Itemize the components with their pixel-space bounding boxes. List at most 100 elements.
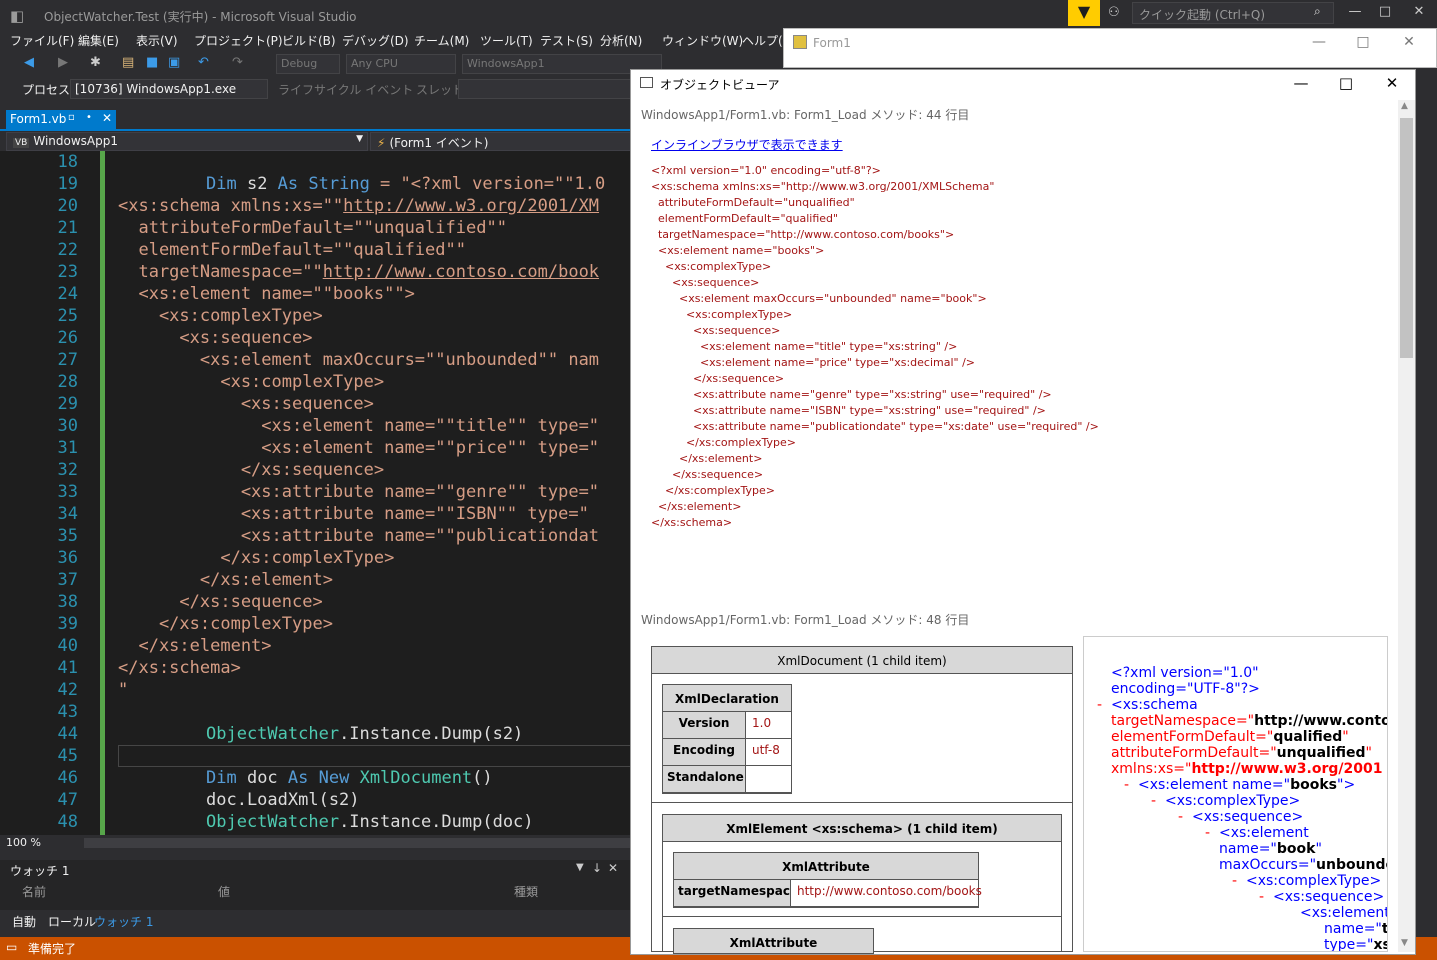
collapse-toggle[interactable]: - (1259, 889, 1264, 905)
collapse-toggle[interactable]: - (1205, 825, 1210, 841)
tab-autos[interactable]: 自動 (12, 913, 36, 930)
line-number: 33 (57, 482, 78, 502)
tab-menu-icon[interactable]: • (86, 112, 92, 123)
menu-build[interactable]: ビルド(B) (282, 32, 336, 49)
xml-element-header: XmlElement <xs:schema> (1 child item) (662, 814, 1062, 842)
menu-window[interactable]: ウィンドウ(W) (662, 32, 743, 49)
menu-tools[interactable]: ツール(T) (480, 32, 533, 49)
column-name[interactable]: 名前 (22, 883, 46, 900)
quick-launch-input[interactable]: クイック起動 (Ctrl+Q) (1132, 2, 1334, 24)
platform-select[interactable]: Any CPU (346, 54, 456, 74)
xml-line: <?xml version="1.0" encoding="utf-8"?> (651, 164, 881, 177)
save-all-icon[interactable]: ▣ (168, 55, 180, 70)
collapse-toggle[interactable]: - (1178, 809, 1183, 825)
event-nav-select[interactable]: ⚡ (Form1 イベント) (370, 132, 632, 151)
code-editor[interactable]: 18 19 20 21 22 23 24 25 26 27 28 29 30 3… (0, 151, 632, 835)
back-icon[interactable]: ◀ (24, 55, 34, 70)
menu-file[interactable]: ファイル(F) (10, 32, 74, 49)
xml-line: elementFormDefault="qualified" (651, 212, 839, 225)
collapse-toggle[interactable]: - (1151, 793, 1156, 809)
pin-icon[interactable]: ▫ (68, 112, 75, 123)
code-line-21: attributeFormDefault=""unqualified"" (118, 218, 507, 238)
maximize-icon[interactable]: □ (1370, 4, 1400, 19)
feedback-icon[interactable]: ⚇ (1108, 5, 1120, 20)
process-select[interactable]: [10736] WindowsApp1.exe (70, 79, 268, 99)
close-window-icon[interactable]: ✕ (608, 861, 618, 875)
minimize-icon[interactable]: — (1340, 4, 1370, 19)
line-number-gutter: 18 19 20 21 22 23 24 25 26 27 28 29 30 3… (0, 151, 100, 835)
code-line-36: </xs:complexType> (118, 548, 395, 568)
code-line-28: <xs:complexType> (118, 372, 385, 392)
scroll-up-icon[interactable]: ▲ (1401, 101, 1408, 111)
menu-analyze[interactable]: 分析(N) (600, 32, 642, 49)
open-folder-icon[interactable]: ▤ (122, 55, 134, 70)
xml-tree-line: name="ti (1324, 921, 1388, 937)
search-icon[interactable]: ⌕ (1314, 4, 1321, 19)
xml-tree-line: type="xs (1324, 937, 1387, 952)
close-tab-icon[interactable]: ✕ (102, 111, 112, 125)
form1-close-icon[interactable]: ✕ (1394, 34, 1424, 50)
form1-minimize-icon[interactable]: — (1304, 34, 1334, 50)
line-number: 23 (57, 262, 78, 282)
filter-icon[interactable]: ▼ (1068, 0, 1100, 26)
menu-team[interactable]: チーム(M) (414, 32, 469, 49)
menu-edit[interactable]: 編集(E) (78, 32, 119, 49)
form1-maximize-icon[interactable]: □ (1348, 34, 1378, 50)
pin-window-icon[interactable]: ↓ (592, 861, 602, 875)
tab-watch-1[interactable]: ウォッチ 1 (94, 913, 153, 930)
menu-view[interactable]: 表示(V) (136, 32, 178, 49)
line-number: 42 (57, 680, 78, 700)
configuration-select[interactable]: Debug (276, 54, 340, 74)
collapse-toggle[interactable]: - (1097, 697, 1102, 713)
redo-icon[interactable]: ↷ (232, 55, 243, 70)
source-location-2: WindowsApp1/Form1.vb: Form1_Load メソッド: 4… (641, 613, 970, 627)
code-line-33: <xs:attribute name=""genre"" type=" (118, 482, 600, 502)
menu-project[interactable]: プロジェクト(P) (194, 32, 283, 49)
form1-window[interactable] (783, 28, 1437, 68)
xml-line: <xs:element maxOccurs="unbounded" name="… (651, 292, 987, 305)
form1-title: Form1 (813, 36, 851, 50)
lifecycle-events-button[interactable]: ライフサイクル イベント (278, 81, 413, 98)
change-tracking-bar (100, 151, 105, 835)
xml-document-header: XmlDocument (1 child item) (651, 646, 1073, 674)
tab-locals[interactable]: ローカル (48, 913, 96, 930)
close-icon[interactable]: ✕ (1404, 4, 1434, 19)
xml-line: <xs:complexType> (651, 260, 772, 273)
horizontal-scrollbar[interactable] (84, 838, 632, 848)
scrollbar-thumb[interactable] (1400, 118, 1413, 358)
viewer-maximize-icon[interactable]: □ (1331, 74, 1361, 92)
viewer-minimize-icon[interactable]: — (1286, 74, 1316, 92)
save-icon[interactable]: ■ (146, 55, 158, 70)
collapse-toggle[interactable]: - (1124, 777, 1129, 793)
new-project-icon[interactable]: ✱ (90, 55, 101, 70)
line-number: 45 (57, 746, 78, 766)
version-label: Version (662, 711, 746, 739)
xml-tree-line: elementFormDefault="qualified" (1111, 729, 1349, 745)
collapse-toggle[interactable]: - (1232, 873, 1237, 889)
line-number: 43 (57, 702, 78, 722)
viewer-close-icon[interactable]: ✕ (1377, 74, 1407, 92)
forward-icon[interactable]: ▶ (58, 55, 68, 70)
watch-window-title: ウォッチ 1 (10, 864, 70, 878)
thread-select[interactable] (458, 79, 638, 99)
xml-tree-line: <xs:complexType> (1165, 793, 1301, 809)
column-value[interactable]: 値 (218, 883, 230, 900)
menu-test[interactable]: テスト(S) (540, 32, 593, 49)
xml-line: </xs:complexType> (651, 436, 796, 449)
event-nav-label: (Form1 イベント) (389, 136, 489, 150)
inline-browser-link[interactable]: インラインブラウザで表示できます (651, 136, 843, 153)
project-nav-select[interactable]: VB WindowsApp1 ▼ (6, 132, 368, 151)
debug-location-toolbar: プロセス: [10736] WindowsApp1.exe ライフサイクル イベ… (0, 78, 640, 100)
code-line-29: <xs:sequence> (118, 394, 374, 414)
line-number: 19 (57, 174, 78, 194)
tab-form1-vb[interactable]: Form1.vb ▫ • ✕ (6, 110, 116, 129)
xml-line: </xs:element> (651, 452, 763, 465)
undo-icon[interactable]: ↶ (198, 55, 209, 70)
window-menu-icon[interactable]: ▼ (576, 862, 584, 873)
scroll-down-icon[interactable]: ▼ (1401, 938, 1408, 948)
menu-debug[interactable]: デバッグ(D) (342, 32, 409, 49)
code-line-42: " (118, 680, 129, 700)
column-type[interactable]: 種類 (514, 883, 538, 900)
zoom-level-select[interactable]: 100 % (6, 836, 41, 849)
xml-line: <xs:attribute name="genre" type="xs:stri… (651, 388, 1052, 401)
